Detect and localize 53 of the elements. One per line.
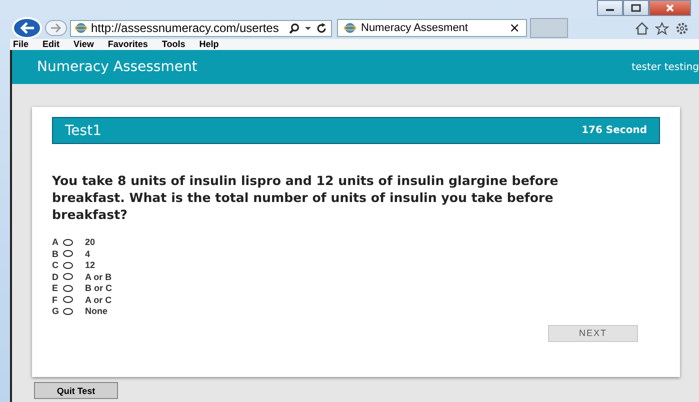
globe-icon xyxy=(75,22,87,34)
option-label[interactable]: 12 xyxy=(85,260,96,270)
option-letter: F xyxy=(52,294,58,305)
radio-button[interactable] xyxy=(63,308,73,315)
option-letter: E xyxy=(52,283,60,294)
back-arrow-icon xyxy=(19,21,35,35)
test-title: Test1 xyxy=(65,122,102,138)
minimize-button[interactable] xyxy=(597,0,623,16)
forward-button[interactable] xyxy=(45,20,67,36)
quit-test-button[interactable]: Quit Test xyxy=(34,382,118,399)
next-button[interactable]: NEXT xyxy=(548,324,638,342)
menu-item[interactable]: Tools xyxy=(162,39,186,50)
menu-item[interactable]: Help xyxy=(199,39,219,50)
forward-arrow-icon xyxy=(50,23,62,33)
timer-text: 176 Second xyxy=(582,125,647,136)
option-label[interactable]: 4 xyxy=(85,248,90,259)
maximize-button[interactable] xyxy=(623,0,649,16)
option-label[interactable]: A or B xyxy=(85,272,112,282)
app-title: Numeracy Assessment xyxy=(37,59,198,75)
option-label[interactable]: B or C xyxy=(85,283,112,294)
menu-item[interactable]: Edit xyxy=(42,39,60,50)
back-button[interactable] xyxy=(12,17,42,39)
option-letter: G xyxy=(52,306,60,316)
search-icon[interactable] xyxy=(289,22,300,34)
tab-title: Numeracy Assesment xyxy=(361,22,469,34)
radio-button[interactable] xyxy=(63,262,73,269)
option-letter: B xyxy=(52,248,60,259)
tab-close-button[interactable]: × xyxy=(509,20,520,36)
radio-button[interactable] xyxy=(63,284,73,292)
globe-icon xyxy=(344,22,356,34)
radio-button[interactable] xyxy=(63,238,73,246)
menu-item[interactable]: View xyxy=(74,39,94,50)
close-icon xyxy=(665,4,675,12)
radio-button[interactable] xyxy=(63,296,73,304)
radio-button[interactable] xyxy=(63,250,73,258)
maximize-icon xyxy=(631,4,641,12)
option-label[interactable]: 20 xyxy=(85,237,96,248)
refresh-icon[interactable] xyxy=(316,22,327,34)
address-field[interactable]: http://assessnumeracy.com/usertes xyxy=(70,20,332,36)
close-button[interactable] xyxy=(649,0,691,16)
option-letter: C xyxy=(52,260,60,270)
question-text: You take 8 units of insulin lispro and 12 units of insulin glargine before breakfast. What is the total number of units of insulin you take before breakfast? xyxy=(52,172,560,223)
option-label[interactable]: A or C xyxy=(85,294,112,305)
home-icon[interactable] xyxy=(635,22,649,34)
option-letter: D xyxy=(52,272,60,282)
menu-item[interactable]: Favorites xyxy=(108,39,148,50)
star-icon[interactable] xyxy=(655,22,669,34)
menu-item[interactable]: File xyxy=(13,39,29,50)
option-letter: A xyxy=(52,237,60,248)
settings-icon[interactable] xyxy=(675,22,689,34)
radio-button[interactable] xyxy=(63,273,73,280)
option-label[interactable]: None xyxy=(85,306,108,316)
browser-tab[interactable]: Numeracy Assesment × xyxy=(337,19,527,37)
